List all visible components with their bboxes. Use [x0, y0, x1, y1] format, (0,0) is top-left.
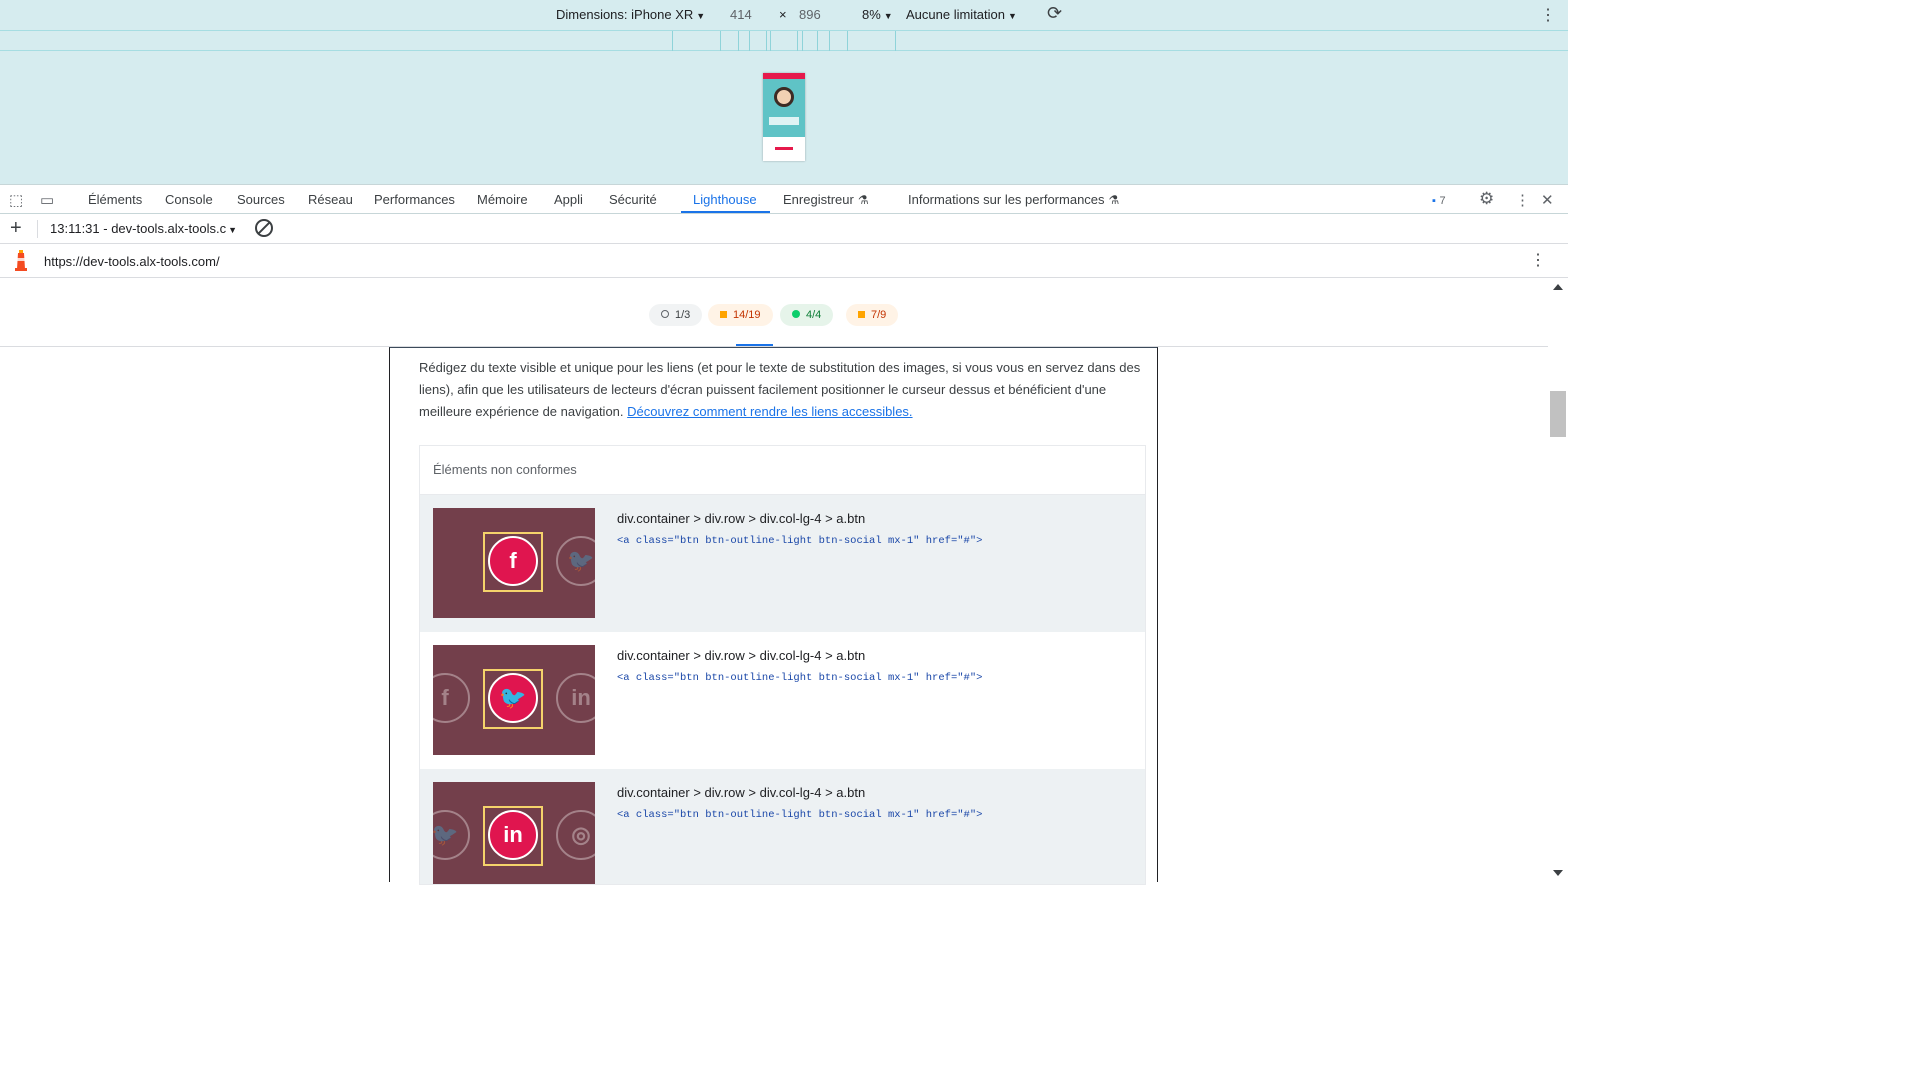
gauge-label: 7/9	[871, 309, 887, 321]
gauge-pill-3[interactable]: 4/4	[780, 304, 834, 326]
element-screenshot: 🐦 in ◎	[433, 782, 595, 884]
report-url[interactable]: https://dev-tools.alx-tools.com/	[44, 254, 220, 269]
element-screenshot: f 🐦 in	[433, 645, 595, 755]
dribbble-icon: ◎	[556, 810, 595, 860]
scrollbar-thumb[interactable]	[1550, 391, 1566, 437]
dimension-separator: ×	[779, 7, 787, 22]
toolbar-divider	[37, 220, 38, 238]
report-select-label: 13:11:31 - dev-tools.alx-tools.c	[50, 221, 227, 236]
gauge-pill-2[interactable]: 14/19	[708, 304, 773, 326]
highlight-box	[483, 806, 543, 866]
device-label: Dimensions: iPhone XR	[556, 7, 694, 22]
lighthouse-logo-icon	[15, 250, 27, 271]
report-menu-icon[interactable]: ⋮	[1530, 250, 1546, 270]
score-gauges-bar: 1/3 14/19 4/4 7/9	[0, 278, 1548, 347]
device-select[interactable]: Dimensions: iPhone XR ▼	[556, 7, 705, 22]
scroll-up-arrow-icon[interactable]	[1553, 284, 1563, 290]
gauge-pill-1[interactable]: 1/3	[649, 304, 703, 326]
page-preview-thumbnail	[763, 73, 805, 161]
twitter-icon: 🐦	[556, 536, 595, 586]
tab-performance-insights[interactable]: Informations sur les performances ⚗	[908, 192, 1119, 207]
active-gauge-indicator	[736, 344, 773, 346]
dropdown-arrow-icon: ▼	[228, 225, 237, 235]
device-viewport	[0, 51, 1568, 184]
gauge-pill-4[interactable]: 7/9	[846, 304, 899, 326]
tab-network[interactable]: Réseau	[308, 192, 353, 207]
more-vert-icon[interactable]: ⋮	[1540, 5, 1556, 25]
table-header: Éléments non conformes	[420, 446, 1145, 495]
height-input[interactable]: 896	[799, 7, 821, 22]
gauge-label: 1/3	[675, 309, 691, 321]
settings-gear-icon[interactable]: ⚙	[1479, 189, 1494, 209]
pass-circle-icon	[792, 310, 800, 319]
new-report-plus-icon[interactable]: +	[10, 217, 22, 240]
failing-elements-table: Éléments non conformes f 🐦 div.container…	[419, 445, 1146, 885]
throttle-label: Aucune limitation	[906, 7, 1005, 22]
linkedin-icon: in	[556, 673, 595, 723]
scrollbar[interactable]	[1548, 278, 1568, 882]
chat-icon: ▪	[1432, 195, 1436, 207]
experiment-beaker-icon: ⚗	[857, 193, 869, 207]
element-screenshot: f 🐦	[433, 508, 595, 618]
tab-application[interactable]: Appli	[554, 192, 583, 207]
highlight-box	[483, 532, 543, 592]
toggle-device-icon[interactable]: ▭	[40, 191, 54, 209]
media-query-ruler	[0, 30, 1568, 51]
dropdown-arrow-icon: ▼	[1008, 11, 1017, 21]
tab-security[interactable]: Sécurité	[609, 192, 657, 207]
tab-performance-insights-label: Informations sur les performances	[908, 192, 1105, 207]
audit-description: Rédigez du texte visible et unique pour …	[419, 357, 1149, 423]
twitter-icon: 🐦	[433, 810, 470, 860]
node-path: div.container > div.row > div.col-lg-4 >…	[617, 648, 866, 663]
inspect-element-icon[interactable]: ⬚	[9, 191, 23, 209]
tab-recorder[interactable]: Enregistreur ⚗	[783, 192, 869, 207]
lighthouse-toolbar: + 13:11:31 - dev-tools.alx-tools.c ▼	[0, 214, 1568, 244]
highlight-box	[483, 669, 543, 729]
tab-lighthouse[interactable]: Lighthouse	[693, 192, 757, 207]
device-toolbar: Dimensions: iPhone XR ▼ 414 × 896 8% ▼ Auc…	[0, 0, 1568, 30]
tab-console[interactable]: Console	[165, 192, 213, 207]
neutral-circle-icon	[661, 310, 669, 319]
audit-details: Rédigez du texte visible et unique pour …	[389, 347, 1158, 885]
node-snippet[interactable]: <a class="btn btn-outline-light btn-soci…	[617, 672, 982, 684]
tab-recorder-label: Enregistreur	[783, 192, 854, 207]
learn-more-link[interactable]: Découvrez comment rendre les liens acces…	[627, 404, 912, 419]
dropdown-arrow-icon: ▼	[696, 11, 706, 21]
rotate-icon[interactable]: ⟳	[1047, 3, 1062, 24]
experiment-beaker-icon: ⚗	[1108, 193, 1120, 207]
active-tab-indicator	[681, 211, 770, 213]
node-path: div.container > div.row > div.col-lg-4 >…	[617, 511, 866, 526]
table-row[interactable]: f 🐦 in div.container > div.row > div.col…	[420, 632, 1145, 769]
close-icon[interactable]: ✕	[1541, 191, 1554, 209]
gauge-label: 4/4	[806, 309, 822, 321]
tab-sources[interactable]: Sources	[237, 192, 285, 207]
node-snippet[interactable]: <a class="btn btn-outline-light btn-soci…	[617, 809, 982, 821]
dropdown-arrow-icon: ▼	[883, 11, 893, 21]
table-row[interactable]: 🐦 in ◎ div.container > div.row > div.col…	[420, 769, 1145, 884]
clear-reports-icon[interactable]	[255, 219, 273, 237]
issues-count: 7	[1439, 195, 1446, 207]
average-square-icon	[858, 310, 865, 318]
table-row[interactable]: f 🐦 div.container > div.row > div.col-lg…	[420, 495, 1145, 632]
zoom-select[interactable]: 8% ▼	[862, 7, 893, 22]
more-options-icon[interactable]: ⋮	[1515, 191, 1530, 209]
average-square-icon	[720, 310, 727, 318]
gauge-label: 14/19	[733, 309, 761, 321]
issues-counter[interactable]: ▪ 7	[1432, 192, 1446, 207]
width-input[interactable]: 414	[730, 7, 752, 22]
tab-memory[interactable]: Mémoire	[477, 192, 528, 207]
devtools-tabbar: ⬚ ▭ Éléments Console Sources Réseau Perf…	[0, 184, 1568, 214]
zoom-label: 8%	[862, 7, 881, 22]
report-url-bar: https://dev-tools.alx-tools.com/ ⋮	[0, 244, 1568, 278]
throttle-select[interactable]: Aucune limitation ▼	[906, 7, 1017, 22]
tab-elements[interactable]: Éléments	[88, 192, 142, 207]
report-select[interactable]: 13:11:31 - dev-tools.alx-tools.c ▼	[50, 221, 237, 236]
scroll-down-arrow-icon[interactable]	[1553, 870, 1563, 876]
node-snippet[interactable]: <a class="btn btn-outline-light btn-soci…	[617, 535, 982, 547]
tab-performance[interactable]: Performances	[374, 192, 455, 207]
facebook-icon: f	[433, 673, 470, 723]
node-path: div.container > div.row > div.col-lg-4 >…	[617, 785, 866, 800]
